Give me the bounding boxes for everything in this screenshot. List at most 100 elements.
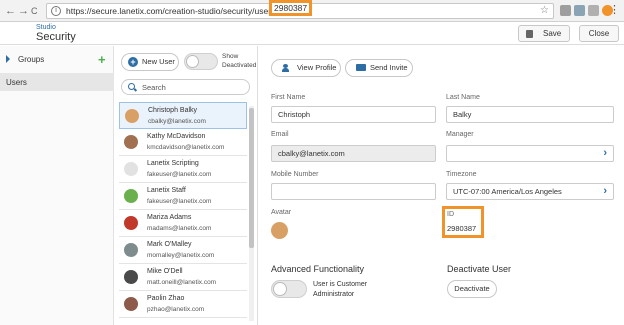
list-item[interactable]: Lanetix Scripting fakeuser@lanetix.com <box>119 156 247 183</box>
caret-right-icon <box>6 55 10 63</box>
address-bar[interactable]: i https://secure.lanetix.com/creation-st… <box>46 0 554 19</box>
close-button[interactable]: Close <box>579 25 619 42</box>
email-field: cbalky@lanetix.com <box>271 145 436 162</box>
forward-icon[interactable]: → <box>18 4 29 18</box>
sidebar-item-users[interactable]: Users <box>0 73 114 91</box>
scrollbar[interactable] <box>249 106 254 321</box>
save-button-label: Save <box>543 29 562 38</box>
chevron-right-icon[interactable]: › <box>603 186 607 197</box>
avatar <box>124 162 138 176</box>
manager-label: Manager <box>446 131 474 138</box>
user-email: kmcdavidson@lanetix.com <box>147 144 225 151</box>
browser-toolbar: ← → C i https://secure.lanetix.com/creat… <box>0 0 624 22</box>
user-name: Mark O'Malley <box>147 241 192 248</box>
user-name: Kathy McDavidson <box>147 133 206 140</box>
deactivate-user-title: Deactivate User <box>447 264 512 274</box>
user-list: Christoph Balky cbalky@lanetix.com Kathy M… <box>119 102 247 324</box>
avatar <box>125 109 139 123</box>
new-user-button[interactable]: + New User <box>121 53 179 71</box>
user-email: madams@lanetix.com <box>147 225 212 232</box>
extension-icon[interactable] <box>574 5 585 16</box>
list-item[interactable]: Mariza Adams madams@lanetix.com <box>119 210 247 237</box>
toggle-knob <box>186 55 199 68</box>
sidebar-item-groups[interactable]: Groups + <box>0 51 114 69</box>
chevron-right-icon[interactable]: › <box>603 148 607 159</box>
customer-admin-label: User is Customer Administrator <box>313 281 368 298</box>
extension-icon[interactable] <box>588 5 599 16</box>
search-icon <box>128 83 135 90</box>
user-name: Mike O'Dell <box>147 268 183 275</box>
reload-icon[interactable]: C <box>31 4 38 18</box>
avatar-label: Avatar <box>271 209 292 216</box>
app-supertitle: Studio <box>36 24 56 31</box>
sidebar: Groups + Users <box>0 46 114 325</box>
avatar <box>124 270 138 284</box>
user-email: cbalky@lanetix.com <box>148 118 206 125</box>
id-highlight: ID 2980387 <box>442 206 484 238</box>
user-email: pzhao@lanetix.com <box>147 306 205 313</box>
search-placeholder: Search <box>142 83 166 92</box>
list-item[interactable]: Lanetix Staff fakeuser@lanetix.com <box>119 183 247 210</box>
avatar <box>124 216 138 230</box>
first-name-field[interactable]: Christoph <box>271 106 436 123</box>
save-button[interactable]: Save <box>518 25 570 42</box>
back-icon[interactable]: ← <box>5 4 16 18</box>
bookmark-star-icon[interactable]: ☆ <box>540 5 549 16</box>
avatar <box>124 135 138 149</box>
user-name: Lanetix Scripting <box>147 160 199 167</box>
view-profile-button[interactable]: View Profile <box>271 59 341 77</box>
avatar <box>124 297 138 311</box>
advanced-functionality-title: Advanced Functionality <box>271 264 365 274</box>
deactivate-button[interactable]: Deactivate <box>447 280 497 298</box>
send-invite-label: Send Invite <box>370 63 408 72</box>
extension-icon[interactable] <box>560 5 571 16</box>
user-name: Paolin Zhao <box>147 295 185 302</box>
scrollbar-thumb[interactable] <box>249 108 254 248</box>
mobile-label: Mobile Number <box>271 171 319 178</box>
user-email: fakeuser@lanetix.com <box>147 198 212 205</box>
user-detail-panel: View Profile Send Invite First Name Chri… <box>259 46 624 325</box>
email-label: Email <box>271 131 289 138</box>
person-icon <box>282 64 289 72</box>
user-name: Christoph Balky <box>148 107 198 114</box>
list-item[interactable]: Christoph Balky cbalky@lanetix.com <box>119 102 247 129</box>
first-name-label: First Name <box>271 94 306 101</box>
last-name-field[interactable]: Balky <box>446 106 614 123</box>
list-item[interactable]: Mark O'Malley momalley@lanetix.com <box>119 237 247 264</box>
list-item[interactable]: Mike O'Dell matt.oneill@lanetix.com <box>119 264 247 291</box>
mobile-field[interactable] <box>271 183 436 200</box>
show-deactivated-label: Show Deactivated <box>222 53 257 69</box>
search-input[interactable]: Search <box>121 79 250 95</box>
timezone-label: Timezone <box>446 171 477 178</box>
user-name: Lanetix Staff <box>147 187 186 194</box>
list-item[interactable]: Kathy McDavidson kmcdavidson@lanetix.com <box>119 129 247 156</box>
sidebar-item-label: Users <box>6 78 27 87</box>
user-name: Mariza Adams <box>147 214 192 221</box>
avatar[interactable] <box>271 222 288 239</box>
manager-select[interactable]: › <box>446 145 614 162</box>
browser-menu-icon[interactable]: ⋮ <box>609 3 620 16</box>
customer-admin-toggle[interactable] <box>271 280 307 298</box>
view-profile-label: View Profile <box>297 63 337 72</box>
url-text: https://secure.lanetix.com/creation-stud… <box>66 0 313 16</box>
user-email: fakeuser@lanetix.com <box>147 171 212 178</box>
send-invite-button[interactable]: Send Invite <box>345 59 413 77</box>
timezone-select[interactable]: UTC-07:00 America/Los Angeles › <box>446 183 614 200</box>
id-label: ID <box>447 211 454 218</box>
plus-icon: + <box>128 57 138 67</box>
sidebar-item-label: Groups <box>18 55 45 64</box>
info-icon[interactable]: i <box>51 6 61 16</box>
new-user-label: New User <box>142 57 175 66</box>
add-group-icon[interactable]: + <box>98 53 106 66</box>
user-email: momalley@lanetix.com <box>147 252 215 259</box>
app-header: Studio Security Save Close <box>0 23 624 45</box>
last-name-label: Last Name <box>446 94 480 101</box>
list-item[interactable]: Paolin Zhao pzhao@lanetix.com <box>119 291 247 318</box>
save-icon <box>526 30 533 38</box>
user-list-panel: + New User Show Deactivated Search Chris… <box>115 46 258 325</box>
avatar <box>124 189 138 203</box>
show-deactivated-toggle[interactable] <box>184 53 218 70</box>
page-title: Security <box>36 31 76 43</box>
user-email: matt.oneill@lanetix.com <box>147 279 217 286</box>
envelope-icon <box>356 64 366 71</box>
